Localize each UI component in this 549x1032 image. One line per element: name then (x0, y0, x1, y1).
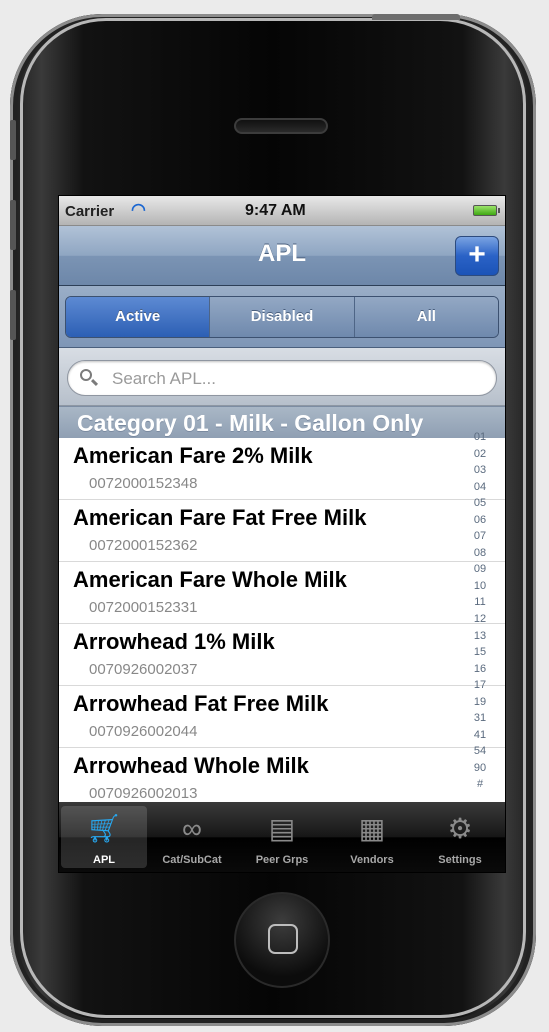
product-list[interactable]: American Fare 2% Milk 0072000152348 Amer… (59, 438, 505, 802)
section-index-entry[interactable]: 54 (465, 746, 495, 757)
section-index-entry[interactable]: 17 (465, 680, 495, 691)
filter-segmented-control: Active Disabled All (65, 296, 499, 338)
item-upc: 0072000152348 (89, 475, 198, 492)
battery-icon (473, 205, 500, 216)
section-index-entry[interactable]: 09 (465, 564, 495, 575)
navigation-bar: APL + (59, 226, 505, 286)
item-name: American Fare Whole Milk (73, 567, 347, 592)
list-item[interactable]: Arrowhead Fat Free Milk 0070926002044 (59, 686, 505, 748)
section-index-entry[interactable]: 01 (465, 432, 495, 443)
section-title: Category 01 - Milk - Gallon Only (77, 410, 424, 436)
filter-bar: Active Disabled All (59, 286, 505, 348)
tab-cat-subcat[interactable]: ∞ Cat/SubCat (149, 806, 235, 868)
section-index-entry[interactable]: 12 (465, 614, 495, 625)
tab-label: APL (93, 854, 115, 866)
tab-label: Vendors (350, 854, 394, 866)
item-upc: 0070926002044 (89, 723, 198, 740)
truck-icon: ▦ (358, 813, 386, 844)
section-index-entry[interactable]: 08 (465, 547, 495, 559)
link-icon: ∞ (182, 813, 202, 844)
volume-down-button[interactable] (10, 290, 16, 340)
section-index-entry[interactable]: 15 (465, 647, 495, 658)
section-header: Category 01 - Milk - Gallon Only (59, 406, 505, 438)
item-upc: 0070926002013 (89, 785, 198, 802)
section-index-entry[interactable]: 06 (465, 514, 495, 526)
section-index-entry[interactable]: 03 (465, 465, 495, 476)
item-upc: 0072000152362 (89, 537, 198, 554)
gears-icon: ⚙ (447, 813, 473, 844)
section-index-entry[interactable]: 11 (465, 597, 495, 608)
status-bar: Carrier ◠ 9:47 AM (59, 196, 505, 226)
sleep-button[interactable] (372, 14, 460, 20)
tab-settings[interactable]: ⚙ Settings (417, 806, 503, 868)
list-item[interactable]: American Fare 2% Milk 0072000152348 (59, 438, 505, 500)
segment-all[interactable]: All (354, 297, 498, 337)
section-index-entry[interactable]: 13 (465, 630, 495, 642)
home-icon (268, 924, 298, 954)
section-index-entry[interactable]: 16 (465, 663, 495, 675)
section-index-entry[interactable]: 31 (465, 713, 495, 724)
section-index-entry[interactable]: 04 (465, 481, 495, 493)
section-index-entry[interactable]: 05 (465, 498, 495, 509)
home-button[interactable] (234, 892, 330, 988)
carrier-label: Carrier (65, 203, 115, 220)
tab-label: Peer Grps (255, 854, 309, 866)
segment-disabled[interactable]: Disabled (210, 297, 355, 337)
earpiece-speaker (234, 118, 328, 134)
tray-icon: ▤ (268, 813, 296, 844)
section-index-entry[interactable]: 41 (465, 729, 495, 741)
section-index-entry[interactable]: 02 (465, 448, 495, 460)
section-index[interactable]: 01 02 03 04 05 06 07 08 09 10 11 12 13 15 16 17 19 31 41 54… (465, 432, 495, 796)
section-index-entry[interactable]: 90 (465, 762, 495, 774)
search-icon (80, 369, 92, 381)
search-input[interactable]: Search APL... (67, 360, 497, 396)
item-name: American Fare 2% Milk (73, 443, 313, 468)
item-name: Arrowhead 1% Milk (73, 629, 275, 654)
list-item[interactable]: American Fare Fat Free Milk 007200015236… (59, 500, 505, 562)
cart-icon: 🛒︎ (86, 813, 122, 844)
tab-peer-grps[interactable]: ▤ Peer Grps (239, 806, 325, 868)
tab-label: Cat/SubCat (162, 854, 222, 866)
search-placeholder: Search APL... (112, 369, 216, 388)
wifi-icon: ◠ (131, 200, 146, 219)
list-item[interactable]: American Fare Whole Milk 0072000152331 (59, 562, 505, 624)
mute-switch[interactable] (10, 120, 16, 160)
section-index-entry[interactable]: # (465, 779, 495, 790)
section-index-entry[interactable]: 07 (465, 531, 495, 542)
item-name: Arrowhead Fat Free Milk (73, 691, 329, 716)
item-name: American Fare Fat Free Milk (73, 505, 367, 530)
add-button[interactable]: + (455, 236, 499, 276)
tab-bar: 🛒︎ APL ∞ Cat/SubCat ▤ Peer Grps ▦ Vendor… (59, 802, 505, 872)
item-upc: 0070926002037 (89, 661, 198, 678)
status-time: 9:47 AM (245, 202, 306, 219)
item-name: Arrowhead Whole Milk (73, 753, 309, 778)
item-upc: 0072000152331 (89, 599, 198, 616)
segment-active[interactable]: Active (66, 297, 211, 337)
section-index-entry[interactable]: 10 (465, 580, 495, 592)
page-title: APL (258, 240, 306, 267)
tab-apl[interactable]: 🛒︎ APL (61, 806, 147, 868)
tab-vendors[interactable]: ▦ Vendors (329, 806, 415, 868)
screen: Carrier ◠ 9:47 AM APL + Active Disabled … (58, 195, 506, 873)
search-bar: Search APL... (59, 348, 505, 406)
list-item[interactable]: Arrowhead Whole Milk 0070926002013 (59, 748, 505, 802)
tab-label: Settings (438, 854, 482, 866)
section-index-entry[interactable]: 19 (465, 696, 495, 708)
volume-up-button[interactable] (10, 200, 16, 250)
list-item[interactable]: Arrowhead 1% Milk 0070926002037 (59, 624, 505, 686)
